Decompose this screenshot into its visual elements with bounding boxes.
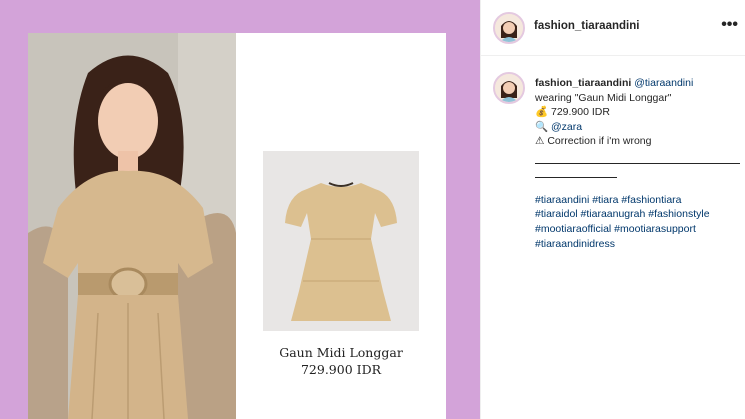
magnifier-icon: 🔍 — [535, 120, 549, 133]
hashtag-line[interactable]: #tiaraandinidress — [535, 237, 740, 252]
avatar-icon — [495, 74, 523, 102]
brand-mention-link[interactable]: @zara — [551, 121, 582, 133]
mention-link[interactable]: @tiaraandini — [634, 77, 693, 89]
hashtag-line[interactable]: #mootiaraofficial #mootiarasupport — [535, 222, 740, 237]
product-image — [263, 151, 419, 331]
caption-price: 729.900 IDR — [551, 106, 610, 119]
caption-line-wearing: wearing "Gaun Midi Longgar" — [535, 91, 672, 104]
dress-illustration — [263, 151, 419, 331]
post-sidebar: fashion_tiaraandini ••• fashion_tiaraand… — [480, 0, 745, 419]
hashtag-line[interactable]: #tiaraidol #tiaraanugrah #fashionstyle — [535, 207, 740, 222]
caption-warning-text: Correction if i'm wrong — [547, 135, 652, 148]
caption-username[interactable]: fashion_tiaraandini — [535, 77, 631, 89]
product-price: 729.900 IDR — [300, 362, 382, 377]
money-bag-icon: 💰 — [535, 106, 549, 119]
more-options-icon[interactable]: ••• — [721, 16, 738, 34]
header-username[interactable]: fashion_tiaraandini — [534, 20, 639, 32]
avatar-icon — [495, 14, 523, 42]
avatar[interactable] — [493, 12, 525, 44]
warning-icon: ⚠ — [535, 135, 545, 148]
caption-avatar[interactable] — [493, 72, 525, 104]
caption-divider — [535, 149, 740, 164]
caption-text: fashion_tiaraandini @tiaraandini wearing… — [535, 76, 740, 251]
model-photo-illustration — [28, 33, 236, 419]
model-photo — [28, 33, 236, 419]
post-header: fashion_tiaraandini ••• — [481, 0, 745, 56]
post-image-card: Gaun Midi Longgar 729.900 IDR — [28, 33, 446, 419]
hashtag-line[interactable]: #tiaraandini #tiara #fashiontiara — [535, 193, 740, 208]
post-media[interactable]: Gaun Midi Longgar 729.900 IDR — [0, 0, 480, 419]
product-name: Gaun Midi Longgar — [279, 345, 403, 360]
caption-divider-short — [535, 164, 617, 179]
